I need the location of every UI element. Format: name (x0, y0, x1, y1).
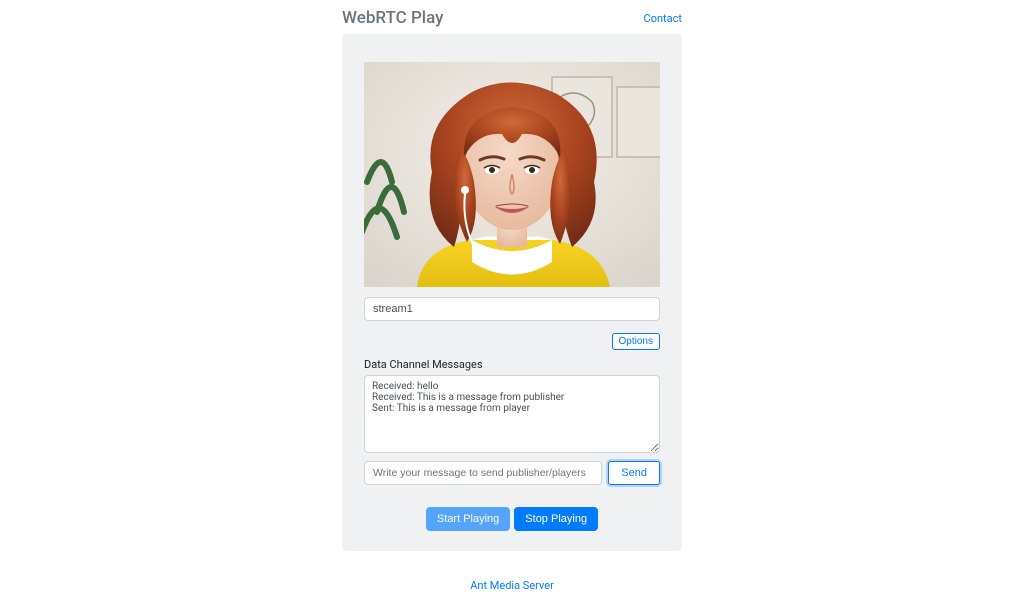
video-preview (364, 62, 660, 287)
options-button[interactable]: Options (612, 333, 660, 350)
main-panel: Options Data Channel Messages Send Start… (342, 34, 682, 551)
stream-id-input[interactable] (364, 297, 660, 321)
message-input[interactable] (364, 461, 602, 485)
data-channel-messages[interactable] (364, 375, 660, 453)
footer-link[interactable]: Ant Media Server (470, 579, 554, 592)
page-title: WebRTC Play (342, 8, 444, 28)
stop-playing-button[interactable]: Stop Playing (514, 507, 598, 531)
footer: Ant Media Server (342, 579, 682, 592)
data-channel-label: Data Channel Messages (364, 358, 660, 371)
contact-link[interactable]: Contact (644, 12, 682, 25)
start-playing-button[interactable]: Start Playing (426, 507, 510, 531)
send-button[interactable]: Send (608, 461, 660, 485)
